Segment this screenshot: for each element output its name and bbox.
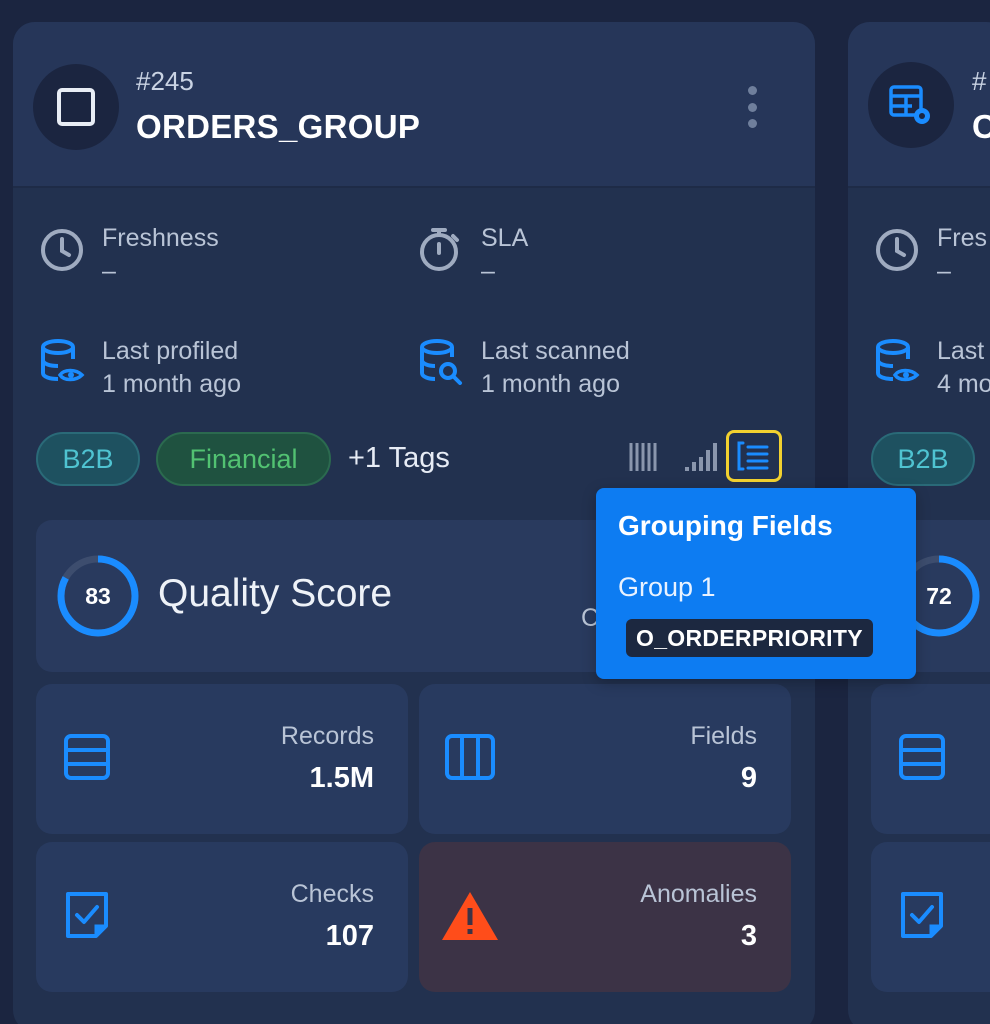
records-table-icon — [899, 734, 945, 780]
grouping-fields-button[interactable] — [726, 430, 782, 482]
fields-label: Fields — [690, 722, 757, 750]
records-table-icon — [64, 734, 110, 780]
last-scanned-value: 1 month ago — [481, 370, 620, 398]
checks-label: Checks — [290, 880, 374, 908]
sla-label: SLA — [481, 224, 529, 252]
records-stat[interactable]: Records 1.5M — [36, 684, 408, 834]
fields-value: 9 — [740, 762, 757, 794]
anomalies-stat[interactable]: Anomalies 3 — [419, 842, 791, 992]
records-value: 1.5M — [309, 762, 374, 794]
columns-view-icon[interactable] — [616, 432, 668, 482]
tag-b2b-partial[interactable]: B2B — [871, 432, 975, 486]
tag-b2b[interactable]: B2B — [36, 432, 140, 486]
records-label: Records — [280, 722, 374, 750]
sla-info: SLA – — [417, 222, 528, 288]
last-scanned-label: Last scanned — [481, 337, 630, 365]
checks-stat-partial[interactable] — [871, 842, 990, 992]
more-tags-link[interactable]: +1 Tags — [348, 442, 450, 475]
checks-icon — [66, 892, 108, 938]
database-search-icon — [420, 339, 462, 385]
timer-icon — [420, 228, 459, 271]
tooltip-title: Grouping Fields — [618, 510, 833, 541]
dataset-avatar-partial — [868, 62, 954, 148]
bars-view-icon[interactable] — [673, 432, 725, 482]
anomalies-value: 3 — [740, 920, 757, 952]
grouping-fields-icon — [737, 441, 769, 471]
records-stat-partial[interactable] — [871, 684, 990, 834]
last-value-partial: 4 mo — [937, 370, 990, 398]
dataset-title[interactable]: ORDERS_GROUP — [136, 108, 420, 146]
quality-score-label: Quality Score — [158, 572, 393, 615]
last-label-partial: Last — [937, 337, 985, 365]
checks-stat[interactable]: Checks 107 — [36, 842, 408, 992]
tooltip-group-label: Group 1 — [618, 572, 716, 602]
tag-financial[interactable]: Financial — [156, 432, 331, 486]
warning-icon — [442, 892, 498, 940]
checks-value: 107 — [325, 920, 374, 952]
dataset-id: #245 — [136, 66, 194, 96]
last-scanned-info: Last scanned 1 month ago — [417, 335, 630, 401]
fields-stat[interactable]: Fields 9 — [419, 684, 791, 834]
freshness-info: Freshness – — [38, 222, 219, 288]
last-profiled-value: 1 month ago — [102, 370, 241, 398]
freshness-value: – — [102, 257, 116, 285]
card-header-partial: # C — [848, 22, 990, 188]
checks-icon — [901, 892, 943, 938]
quality-score-value: 83 — [85, 582, 111, 609]
sla-value: – — [481, 257, 495, 285]
anomalies-label: Anomalies — [640, 880, 757, 908]
freshness-value-partial: – — [937, 257, 951, 285]
clock-icon — [876, 229, 918, 271]
table-square-icon — [57, 88, 95, 126]
more-options-icon[interactable] — [743, 86, 761, 128]
last-profiled-label: Last profiled — [102, 337, 239, 365]
grouping-fields-tooltip: Grouping Fields Group 1 O_ORDERPRIORITY — [596, 488, 916, 679]
freshness-info-partial: Fres – — [873, 222, 987, 288]
table-settings-icon — [889, 85, 930, 124]
last-profiled-info: Last profiled 1 month ago — [38, 335, 241, 401]
dataset-id-partial: # — [972, 66, 987, 96]
fields-columns-icon — [445, 734, 495, 780]
dataset-avatar — [33, 64, 119, 150]
dataset-title-partial[interactable]: C — [972, 108, 990, 146]
clock-icon — [41, 229, 83, 271]
freshness-label-partial: Fres — [937, 224, 987, 252]
database-eye-icon — [876, 339, 920, 382]
card-header: #245 ORDERS_GROUP — [13, 22, 815, 188]
grouping-field-chip: O_ORDERPRIORITY — [626, 619, 873, 657]
freshness-label: Freshness — [102, 224, 219, 252]
last-profiled-info-partial: Last 4 mo — [873, 335, 990, 401]
database-eye-icon — [41, 339, 85, 382]
